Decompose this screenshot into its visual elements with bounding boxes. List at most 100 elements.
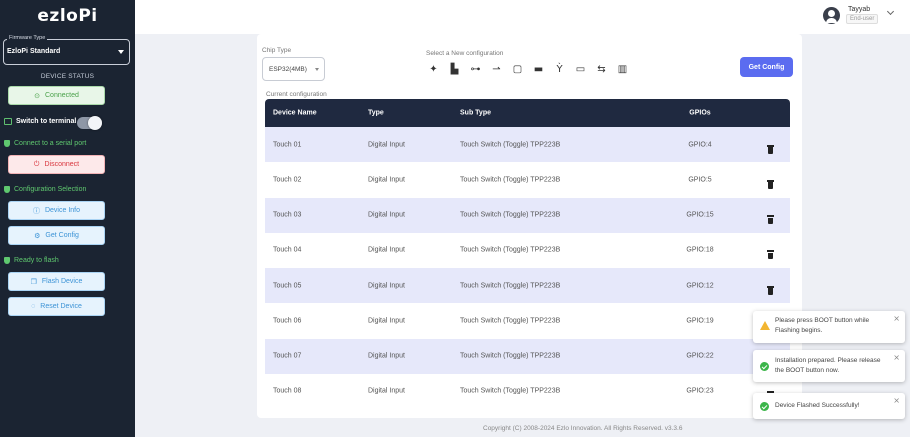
new-config-label: Select a New configuration <box>426 50 504 57</box>
cell-gpio: GPIO:23 <box>686 387 714 395</box>
table-row: Touch 07 Digital Input Touch Switch (Toggl… <box>265 338 790 374</box>
firmware-type-select[interactable]: Firmware Type EzloPi Standard <box>3 35 130 65</box>
close-icon[interactable]: × <box>893 314 900 323</box>
check-circle-icon <box>760 362 769 371</box>
switch-terminal-row: Switch to terminal <box>4 118 76 125</box>
sensor-icon[interactable]: ⊶ <box>468 63 483 76</box>
get-config-button[interactable]: Get Config <box>740 57 793 77</box>
cell-gpio: GPIO:19 <box>686 317 714 325</box>
firmware-type-value: EzloPi Standard <box>7 48 61 55</box>
warning-icon <box>760 321 770 330</box>
column-header-type: Type <box>368 109 384 117</box>
column-header-gpios: GPIOs <box>689 109 711 117</box>
top-bar <box>135 0 910 34</box>
gear-icon: ⚙ <box>34 232 41 240</box>
current-config-label: Current configuration <box>266 91 327 98</box>
cell-sub-type: Touch Switch (Toggle) TPP223B <box>460 387 561 395</box>
cell-device-name: Touch 01 <box>273 141 302 149</box>
toast-text: Installation prepared. Please release th… <box>775 357 881 374</box>
flash-device-label: Flash Device <box>41 278 83 285</box>
table-row: Touch 03 Digital Input Touch Switch (Toggl… <box>265 197 790 233</box>
table-row: Touch 06 Digital Input Touch Switch (Toggl… <box>265 303 790 339</box>
cell-device-name: Touch 02 <box>273 176 302 184</box>
caret-down-icon <box>118 50 124 54</box>
copy-icon: ❐ <box>30 278 37 286</box>
device-info-button[interactable]: ⓘ Device Info <box>8 201 105 220</box>
terminal-toggle[interactable] <box>77 116 102 130</box>
user-name: Tayyab <box>848 6 871 13</box>
cell-type: Digital Input <box>368 317 405 325</box>
cell-device-name: Touch 03 <box>273 211 302 219</box>
cell-sub-type: Touch Switch (Toggle) TPP223B <box>460 317 561 325</box>
table-row: Touch 05 Digital Input Touch Switch (Toggl… <box>265 268 790 304</box>
toast-text: Device Flashed Successfully! <box>775 402 860 409</box>
cell-device-name: Touch 04 <box>273 246 302 254</box>
device-info-label: Device Info <box>44 207 81 214</box>
swap-icon[interactable]: ⇆ <box>594 63 609 76</box>
disconnect-button[interactable]: ⏻ Disconnect <box>8 155 105 174</box>
cell-sub-type: Touch Switch (Toggle) TPP223B <box>460 176 561 184</box>
shield-icon <box>4 257 10 264</box>
multi-sensor-icon[interactable]: ▥ <box>615 63 630 76</box>
switch-terminal-label: Switch to terminal <box>16 118 77 125</box>
current-config-table: Device Name Type Sub Type GPIOs Touch 01… <box>265 99 790 409</box>
user-avatar-icon[interactable] <box>823 7 840 24</box>
toast-text: Please press BOOT button while Flashing … <box>775 317 870 334</box>
chip-type-select[interactable]: ESP32(4MB) <box>262 57 325 81</box>
device-status-heading: DEVICE STATUS <box>40 73 95 80</box>
sidebar: ezloPi Firmware Type EzloPi Standard DEV… <box>0 0 135 437</box>
close-icon[interactable]: × <box>893 353 900 362</box>
info-icon: ⓘ <box>32 207 40 215</box>
check-circle-icon: ⊙ <box>34 92 40 100</box>
panel-icon[interactable]: ▢ <box>510 63 525 76</box>
cell-gpio: GPIO:4 <box>688 141 712 149</box>
firmware-type-legend: Firmware Type <box>7 35 48 41</box>
connected-label: Connected <box>45 92 79 99</box>
cell-device-name: Touch 07 <box>273 352 302 360</box>
toggle-knob <box>88 116 102 130</box>
reset-device-label: Reset Device <box>40 303 82 310</box>
antenna-icon[interactable]: Ỳ <box>552 63 567 76</box>
connected-button[interactable]: ⊙ Connected <box>8 86 105 105</box>
led-icon[interactable]: ✦ <box>426 63 441 76</box>
disconnect-label: Disconnect <box>44 161 80 168</box>
table-row: Touch 08 Digital Input Touch Switch (Toggl… <box>265 373 790 409</box>
toast-success: Installation prepared. Please release th… <box>753 350 905 382</box>
switch-icon[interactable]: ⇀ <box>489 63 504 76</box>
relay-icon[interactable]: ▙ <box>447 63 462 76</box>
table-row: Touch 01 Digital Input Touch Switch (Toggl… <box>265 127 790 163</box>
cell-gpio: GPIO:15 <box>686 211 714 219</box>
app-logo: ezloPi <box>37 6 98 26</box>
cell-sub-type: Touch Switch (Toggle) TPP223B <box>460 282 561 290</box>
reset-device-button[interactable]: ◌ Reset Device <box>8 297 105 316</box>
user-role-badge: End-user <box>846 14 879 24</box>
reset-icon: ◌ <box>31 303 36 310</box>
cell-gpio: GPIO:5 <box>688 176 712 184</box>
toast-warning: Please press BOOT button while Flashing … <box>753 311 905 343</box>
close-icon[interactable]: × <box>893 396 900 405</box>
cell-gpio: GPIO:18 <box>686 246 714 254</box>
cell-device-name: Touch 08 <box>273 387 302 395</box>
table-header: Device Name Type Sub Type GPIOs <box>265 99 790 127</box>
terminal-icon <box>4 118 12 125</box>
table-row: Touch 02 Digital Input Touch Switch (Toggl… <box>265 162 790 198</box>
config-selection-section: Configuration Selection <box>4 186 86 193</box>
toast-success: Device Flashed Successfully! × <box>753 393 905 419</box>
flash-device-button[interactable]: ❐ Flash Device <box>8 272 105 291</box>
column-header-sub-type: Sub Type <box>460 109 491 117</box>
ready-flash-label: Ready to flash <box>14 257 59 264</box>
cell-type: Digital Input <box>368 282 405 290</box>
footer-copyright: Copyright (C) 2008-2024 Ezlo Innovation.… <box>483 425 683 432</box>
display-icon[interactable]: ▭ <box>573 63 588 76</box>
dimmer-icon[interactable]: ▬ <box>531 63 546 76</box>
cell-gpio: GPIO:12 <box>686 282 714 290</box>
table-row: Touch 04 Digital Input Touch Switch (Toggl… <box>265 232 790 268</box>
check-circle-icon <box>760 402 769 411</box>
ready-flash-section: Ready to flash <box>4 257 59 264</box>
cell-sub-type: Touch Switch (Toggle) TPP223B <box>460 246 561 254</box>
shield-icon <box>4 186 10 193</box>
cell-gpio: GPIO:22 <box>686 352 714 360</box>
table-body: Touch 01 Digital Input Touch Switch (Toggl… <box>265 127 790 409</box>
get-config-sidebar-button[interactable]: ⚙ Get Config <box>8 226 105 245</box>
connect-serial-section: Connect to a serial port <box>4 140 86 147</box>
